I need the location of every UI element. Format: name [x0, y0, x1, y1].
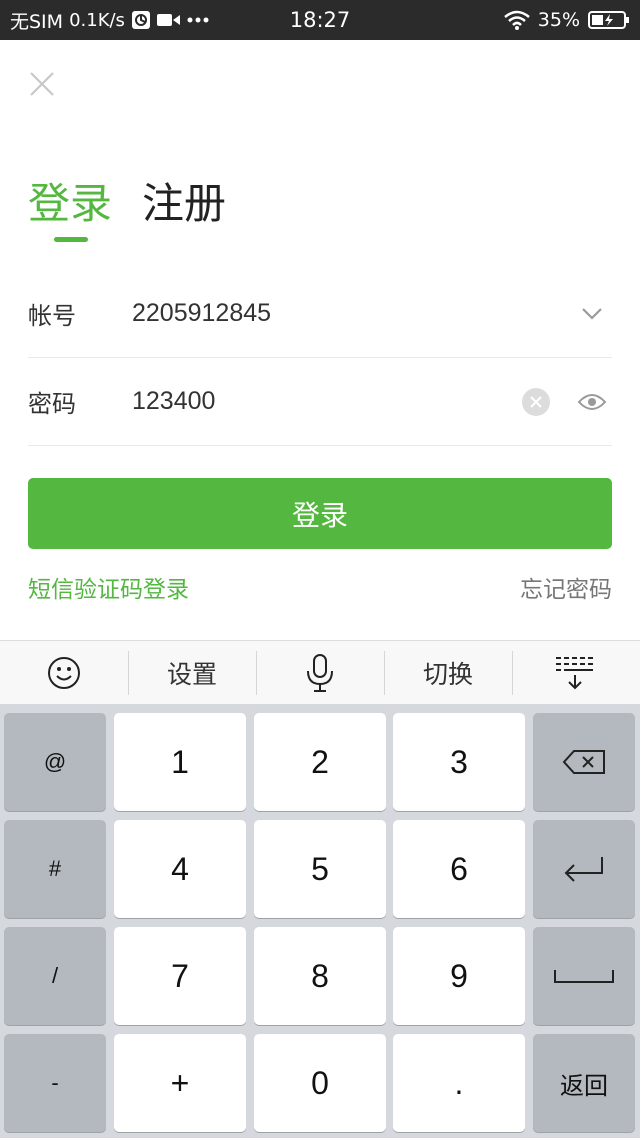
- account-input[interactable]: [132, 299, 556, 328]
- close-icon: [30, 72, 54, 96]
- password-label: 密码: [28, 390, 76, 418]
- key-8[interactable]: 8: [254, 927, 386, 1025]
- key-minus[interactable]: -: [4, 1034, 106, 1132]
- account-dropdown-button[interactable]: [572, 294, 612, 334]
- key-3[interactable]: 3: [393, 713, 525, 811]
- key-4[interactable]: 4: [114, 820, 246, 918]
- key-backspace[interactable]: [533, 713, 635, 811]
- account-row: 帐号: [28, 270, 612, 358]
- clear-icon: [522, 387, 550, 416]
- key-0[interactable]: 0: [254, 1034, 386, 1132]
- key-space[interactable]: [533, 927, 635, 1025]
- keyboard-toolbar: 设置 切换: [0, 640, 640, 704]
- key-7[interactable]: 7: [114, 927, 246, 1025]
- numeric-keyboard: @ # / - 1 2 3 4 5 6 7 8 9 + 0 . 返回: [0, 704, 640, 1138]
- key-2[interactable]: 2: [254, 713, 386, 811]
- tab-login[interactable]: 登录: [28, 176, 112, 246]
- keyboard-settings-button[interactable]: 设置: [128, 641, 256, 705]
- emoji-button[interactable]: [0, 641, 128, 705]
- key-6[interactable]: 6: [393, 820, 525, 918]
- toggle-password-visibility-button[interactable]: [572, 382, 612, 422]
- emoji-icon: [48, 657, 80, 689]
- key-1[interactable]: 1: [114, 713, 246, 811]
- close-button[interactable]: [26, 68, 58, 100]
- eye-icon: [577, 393, 607, 410]
- wifi-icon: [503, 10, 530, 30]
- status-right: 35%: [503, 0, 630, 40]
- clear-password-button[interactable]: [516, 382, 556, 422]
- password-input[interactable]: [132, 387, 500, 416]
- key-at[interactable]: @: [4, 713, 106, 811]
- keyboard-hide-icon: [556, 657, 593, 690]
- key-enter[interactable]: [533, 820, 635, 918]
- key-slash[interactable]: /: [4, 927, 106, 1025]
- backspace-icon: [562, 750, 605, 774]
- hide-keyboard-button[interactable]: [512, 641, 640, 705]
- enter-icon: [564, 857, 603, 882]
- microphone-icon: [307, 654, 333, 692]
- key-hash[interactable]: #: [4, 820, 106, 918]
- key-plus[interactable]: +: [114, 1034, 246, 1132]
- key-5[interactable]: 5: [254, 820, 386, 918]
- voice-input-button[interactable]: [256, 641, 384, 705]
- status-bar: 无SIM 0.1K/s 18:27 35%: [0, 0, 640, 40]
- account-label: 帐号: [28, 302, 76, 330]
- login-button[interactable]: 登录: [28, 478, 612, 549]
- chevron-down-icon: [582, 307, 602, 320]
- switch-input-button[interactable]: 切换: [384, 641, 512, 705]
- active-tab-indicator: [54, 237, 88, 242]
- tab-register[interactable]: 注册: [142, 176, 226, 246]
- key-dot[interactable]: .: [393, 1034, 525, 1132]
- password-row: 密码: [28, 358, 612, 446]
- key-9[interactable]: 9: [393, 927, 525, 1025]
- key-return[interactable]: 返回: [533, 1034, 635, 1132]
- battery-charging-icon: [588, 10, 630, 30]
- space-icon: [554, 970, 614, 983]
- login-register-tabs: 登录 注册: [28, 176, 226, 246]
- battery-percent: 35%: [537, 9, 580, 31]
- forgot-password-link[interactable]: 忘记密码: [520, 570, 612, 604]
- sms-login-link[interactable]: 短信验证码登录: [28, 570, 189, 604]
